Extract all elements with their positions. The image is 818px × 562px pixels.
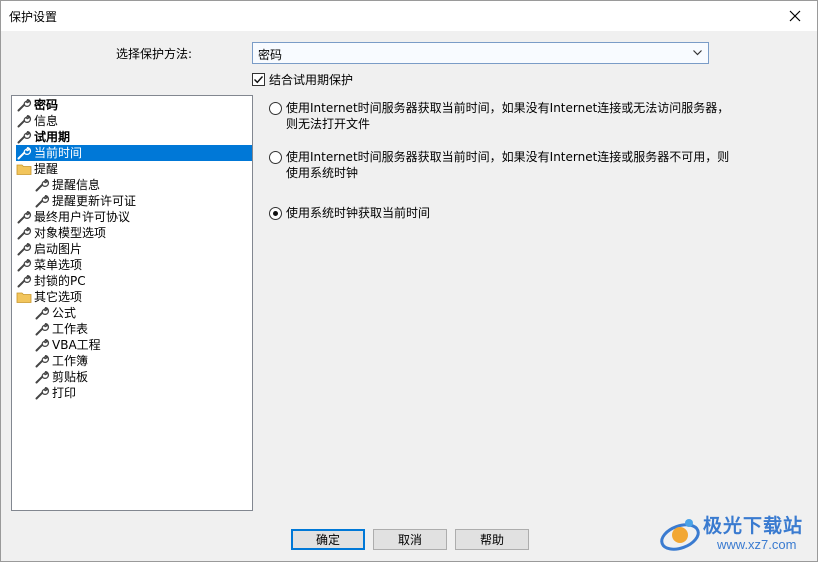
option-text-line: 使用Internet时间服务器获取当前时间，如果没有Internet连接或无法访… — [286, 101, 730, 115]
folder-icon — [16, 289, 32, 305]
option-text: 使用Internet时间服务器获取当前时间，如果没有Internet连接或无法访… — [286, 100, 729, 132]
tree-item-label: 封锁的PC — [34, 274, 86, 288]
tree-item[interactable]: 信息 — [16, 113, 61, 129]
wrench-icon — [34, 385, 50, 401]
tree-item[interactable]: 提醒 — [16, 161, 61, 177]
tree-item[interactable]: 试用期 — [16, 129, 73, 145]
tree-item[interactable]: 提醒信息 — [34, 177, 103, 193]
title-bar: 保护设置 — [1, 1, 817, 31]
wrench-icon — [34, 353, 50, 369]
watermark-logo-icon — [660, 519, 700, 551]
ok-button[interactable]: 确定 — [291, 529, 365, 550]
watermark-url: www.xz7.com — [717, 537, 797, 552]
radio-button[interactable] — [269, 151, 282, 164]
tree-item[interactable]: 菜单选项 — [16, 257, 85, 273]
option-text-line: 使用系统时钟 — [286, 166, 359, 180]
wrench-icon — [34, 305, 50, 321]
close-icon — [789, 10, 801, 22]
wrench-icon — [16, 209, 32, 225]
tree-item-label: 打印 — [52, 386, 77, 400]
help-button[interactable]: 帮助 — [455, 529, 529, 550]
checkmark-icon — [254, 75, 264, 83]
tree-item[interactable]: VBA工程 — [34, 337, 104, 353]
tree-item-label: 最终用户许可协议 — [34, 210, 131, 224]
chevron-down-icon — [693, 50, 702, 56]
time-source-option[interactable]: 使用Internet时间服务器获取当前时间，如果没有Internet连接或服务器… — [269, 149, 739, 181]
tree-item[interactable]: 打印 — [34, 385, 79, 401]
tree-item-label: 其它选项 — [34, 290, 83, 304]
tree-item[interactable]: 其它选项 — [16, 289, 85, 305]
wrench-icon — [34, 177, 50, 193]
close-button[interactable] — [773, 1, 817, 31]
settings-tree[interactable]: 密码信息试用期当前时间提醒提醒信息提醒更新许可证最终用户许可协议 对象模型选项 启动… — [11, 95, 253, 511]
time-source-option[interactable]: 使用Internet时间服务器获取当前时间，如果没有Internet连接或无法访… — [269, 100, 739, 132]
tree-item[interactable]: 提醒更新许可证 — [34, 193, 139, 209]
tree-item-label: 试用期 — [34, 130, 71, 144]
checkbox-box[interactable] — [252, 72, 265, 86]
tree-item-label: 提醒信息 — [52, 178, 101, 192]
tree-item-label: 提醒 — [34, 162, 59, 176]
tree-item-label: 信息 — [34, 114, 59, 128]
tree-item[interactable]: 封锁的PC — [16, 273, 89, 289]
tree-item[interactable]: 最终用户许可协议 — [16, 209, 133, 225]
tree-item[interactable]: 工作表 — [34, 321, 91, 337]
wrench-icon — [34, 321, 50, 337]
tree-item[interactable]: 工作簿 — [34, 353, 91, 369]
wrench-icon — [16, 241, 32, 257]
tree-item[interactable]: 公式 — [34, 305, 79, 321]
time-source-option[interactable]: 使用系统时钟获取当前时间 — [269, 205, 739, 221]
wrench-icon — [16, 225, 32, 241]
trial-protection-checkbox[interactable]: 结合试用期保护 — [252, 71, 353, 87]
watermark-title: 极光下载站 — [703, 515, 804, 537]
option-text: 使用Internet时间服务器获取当前时间，如果没有Internet连接或服务器… — [286, 149, 729, 181]
protection-settings-dialog: 保护设置 选择保护方法: 密码 结合试用期保护 密码信息试用期当前时间提醒提醒信… — [0, 0, 818, 562]
radio-button[interactable] — [269, 207, 282, 220]
wrench-icon — [34, 369, 50, 385]
tree-item[interactable]: 当前时间 — [16, 145, 252, 161]
tree-item-label: 对象模型选项 — [34, 226, 107, 240]
wrench-icon — [34, 337, 50, 353]
tree-item-label: 密码 — [34, 98, 59, 112]
protection-method-value: 密码 — [258, 48, 283, 62]
trial-protection-label: 结合试用期保护 — [269, 72, 354, 87]
tree-item-label: 工作表 — [52, 322, 89, 336]
cancel-button[interactable]: 取消 — [373, 529, 447, 550]
tree-item-label: 工作簿 — [52, 354, 89, 368]
wrench-icon — [16, 129, 32, 145]
wrench-icon — [16, 97, 32, 113]
tree-item[interactable]: 对象模型选项 — [16, 225, 109, 241]
tree-item-label: 公式 — [52, 306, 77, 320]
tree-item-label: VBA工程 — [52, 338, 101, 352]
protection-method-dropdown[interactable]: 密码 — [252, 42, 709, 64]
radio-button[interactable] — [269, 102, 282, 115]
wrench-icon — [16, 145, 32, 161]
option-text-line: 则无法打开文件 — [286, 117, 371, 131]
tree-item-label: 提醒更新许可证 — [52, 194, 137, 208]
wrench-icon — [16, 257, 32, 273]
wrench-icon — [34, 193, 50, 209]
watermark: 极光下载站 www.xz7.com — [657, 509, 817, 559]
protection-method-label: 选择保护方法: — [116, 47, 193, 61]
tree-item-label: 当前时间 — [34, 146, 83, 160]
tree-item-label: 菜单选项 — [34, 258, 83, 272]
tree-item-label: 启动图片 — [34, 242, 83, 256]
tree-item[interactable]: 启动图片 — [16, 241, 85, 257]
window-title: 保护设置 — [9, 10, 58, 24]
tree-item-label: 剪贴板 — [52, 370, 89, 384]
folder-icon — [16, 161, 32, 177]
option-text-line: 使用Internet时间服务器获取当前时间，如果没有Internet连接或服务器… — [286, 150, 730, 164]
wrench-icon — [16, 113, 32, 129]
option-text: 使用系统时钟获取当前时间 — [286, 205, 430, 221]
tree-item[interactable]: 密码 — [16, 97, 61, 113]
option-text-line: 使用系统时钟获取当前时间 — [286, 206, 431, 220]
wrench-icon — [16, 273, 32, 289]
tree-item[interactable]: 剪贴板 — [34, 369, 91, 385]
